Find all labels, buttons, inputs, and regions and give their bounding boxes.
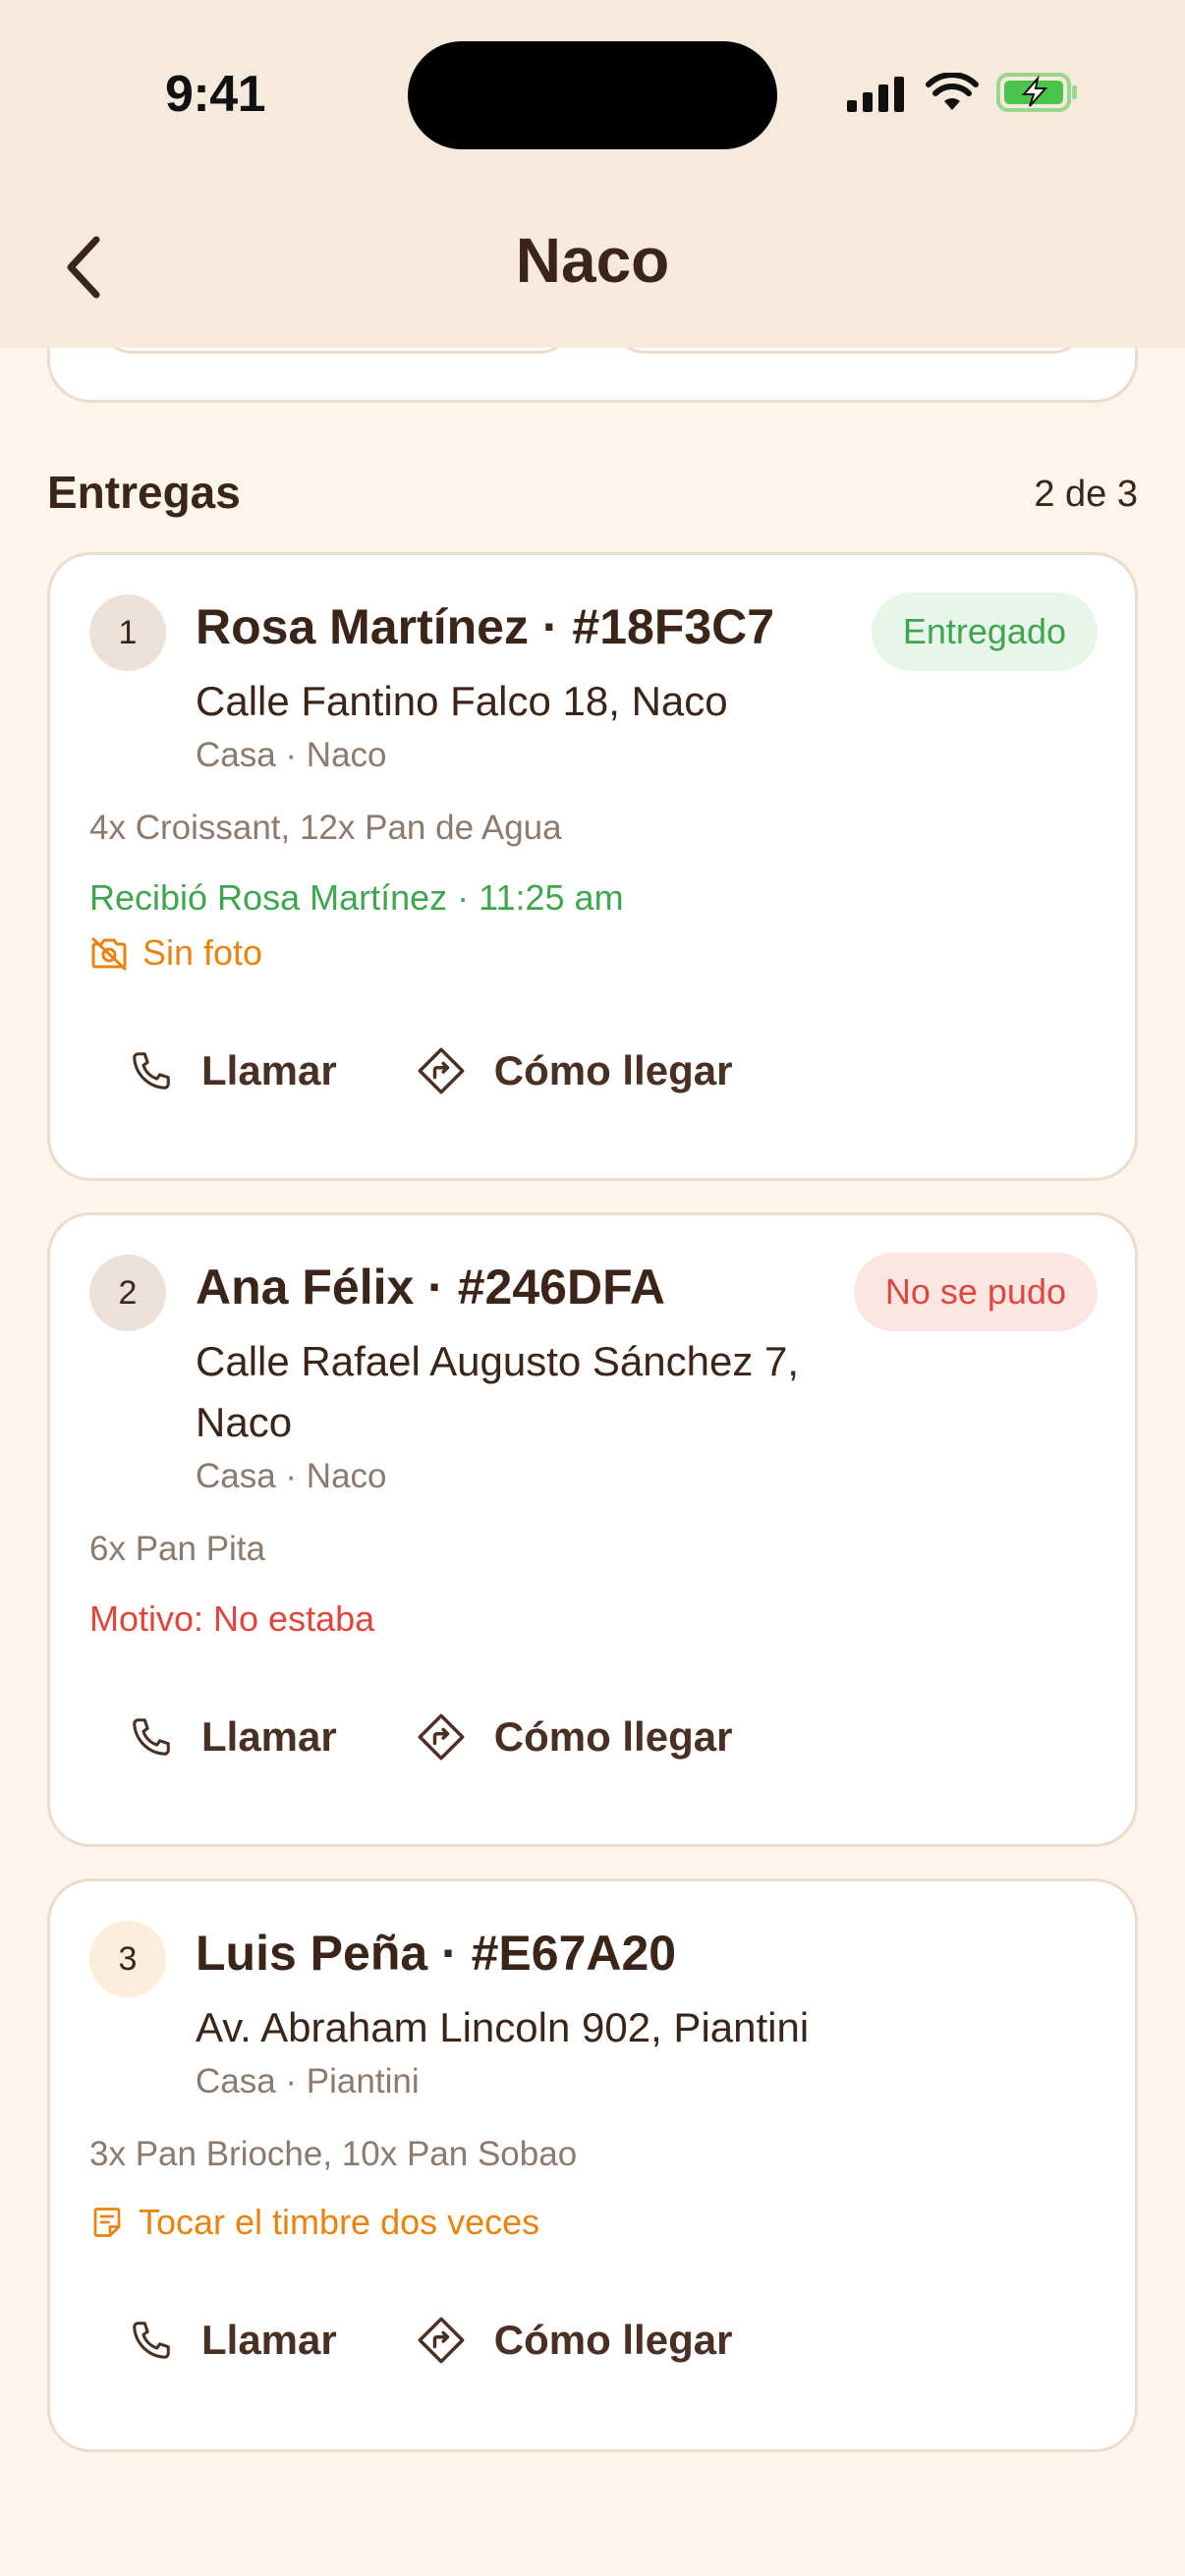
status-badge: No se pudo <box>853 1253 1098 1331</box>
directions-button[interactable]: Cómo llegar <box>376 1027 772 1115</box>
delivery-instructions: Tocar el timbre dos veces <box>89 2202 539 2243</box>
stop-number: 1 <box>89 594 166 671</box>
customer-name: Luis Peña · #E67A20 <box>196 1926 677 1981</box>
card-actions: Llamar Cómo llegar <box>89 1693 771 1781</box>
photo-note: Sin foto <box>89 932 262 974</box>
directions-label: Cómo llegar <box>493 1713 733 1760</box>
wifi-icon <box>926 73 979 110</box>
customer-name: Ana Félix · #246DFA <box>196 1260 665 1315</box>
directions-label: Cómo llegar <box>493 1047 733 1093</box>
call-button[interactable]: Llamar <box>89 1027 376 1115</box>
call-button[interactable]: Llamar <box>89 2296 376 2384</box>
page-title: Naco <box>515 225 670 296</box>
phone-icon <box>133 1718 170 1756</box>
phone-icon <box>133 1052 170 1090</box>
photo-note-label: Sin foto <box>142 932 263 973</box>
phone-icon <box>133 2322 170 2359</box>
call-label: Llamar <box>201 1713 337 1760</box>
address-type: Casa · Naco <box>196 736 387 774</box>
directions-label: Cómo llegar <box>493 2317 733 2363</box>
battery-charging-icon <box>996 73 1077 112</box>
customer-name: Rosa Martínez · #18F3C7 <box>196 599 775 654</box>
delivery-address: Calle Fantino Falco 18, Naco <box>196 678 728 724</box>
failure-reason: Motivo: No estaba <box>89 1598 375 1639</box>
directions-button[interactable]: Cómo llegar <box>376 1693 772 1781</box>
note-icon <box>93 2208 121 2237</box>
stop-number: 3 <box>89 1921 166 1997</box>
signal-icon <box>847 77 904 112</box>
delivery-card[interactable]: 3 Luis Peña · #E67A20 Av. Abraham Lincol… <box>47 1878 1138 2452</box>
directions-button[interactable]: Cómo llegar <box>376 2296 772 2384</box>
card-actions: Llamar Cómo llegar <box>89 2296 771 2384</box>
dynamic-island <box>408 41 777 149</box>
call-label: Llamar <box>201 2317 337 2363</box>
address-type: Casa · Piantini <box>196 2062 420 2100</box>
directions-icon <box>418 1713 465 1761</box>
delivery-address-line1: Calle Rafael Augusto Sánchez 7, <box>196 1338 800 1384</box>
order-items: 6x Pan Pita <box>89 1530 265 1568</box>
call-label: Llamar <box>201 1047 337 1093</box>
nav-header: 9:41 Naco <box>0 0 1185 348</box>
camera-off-icon <box>90 936 128 971</box>
status-badge: Entregado <box>871 592 1098 671</box>
delivery-address-line2: Naco <box>196 1399 293 1445</box>
order-items: 3x Pan Brioche, 10x Pan Sobao <box>89 2135 578 2173</box>
received-note: Recibió Rosa Martínez · 11:25 am <box>89 877 624 918</box>
section-title: Entregas <box>47 467 241 518</box>
delivery-card[interactable]: 1 Rosa Martínez · #18F3C7 Entregado Call… <box>47 552 1138 1181</box>
delivery-progress-count: 2 de 3 <box>1034 474 1138 515</box>
call-button[interactable]: Llamar <box>89 1693 376 1781</box>
delivery-card[interactable]: 2 Ana Félix · #246DFA No se pudo Calle R… <box>47 1212 1138 1847</box>
directions-icon <box>418 2317 465 2364</box>
order-items: 4x Croissant, 12x Pan de Agua <box>89 809 562 847</box>
instructions-label: Tocar el timbre dos veces <box>139 2202 540 2242</box>
stop-number: 2 <box>89 1255 166 1331</box>
address-type: Casa · Naco <box>196 1457 387 1495</box>
status-time: 9:41 <box>165 66 266 123</box>
directions-icon <box>418 1047 465 1094</box>
delivery-address: Av. Abraham Lincoln 902, Piantini <box>196 2004 810 2050</box>
card-actions: Llamar Cómo llegar <box>89 1027 771 1115</box>
